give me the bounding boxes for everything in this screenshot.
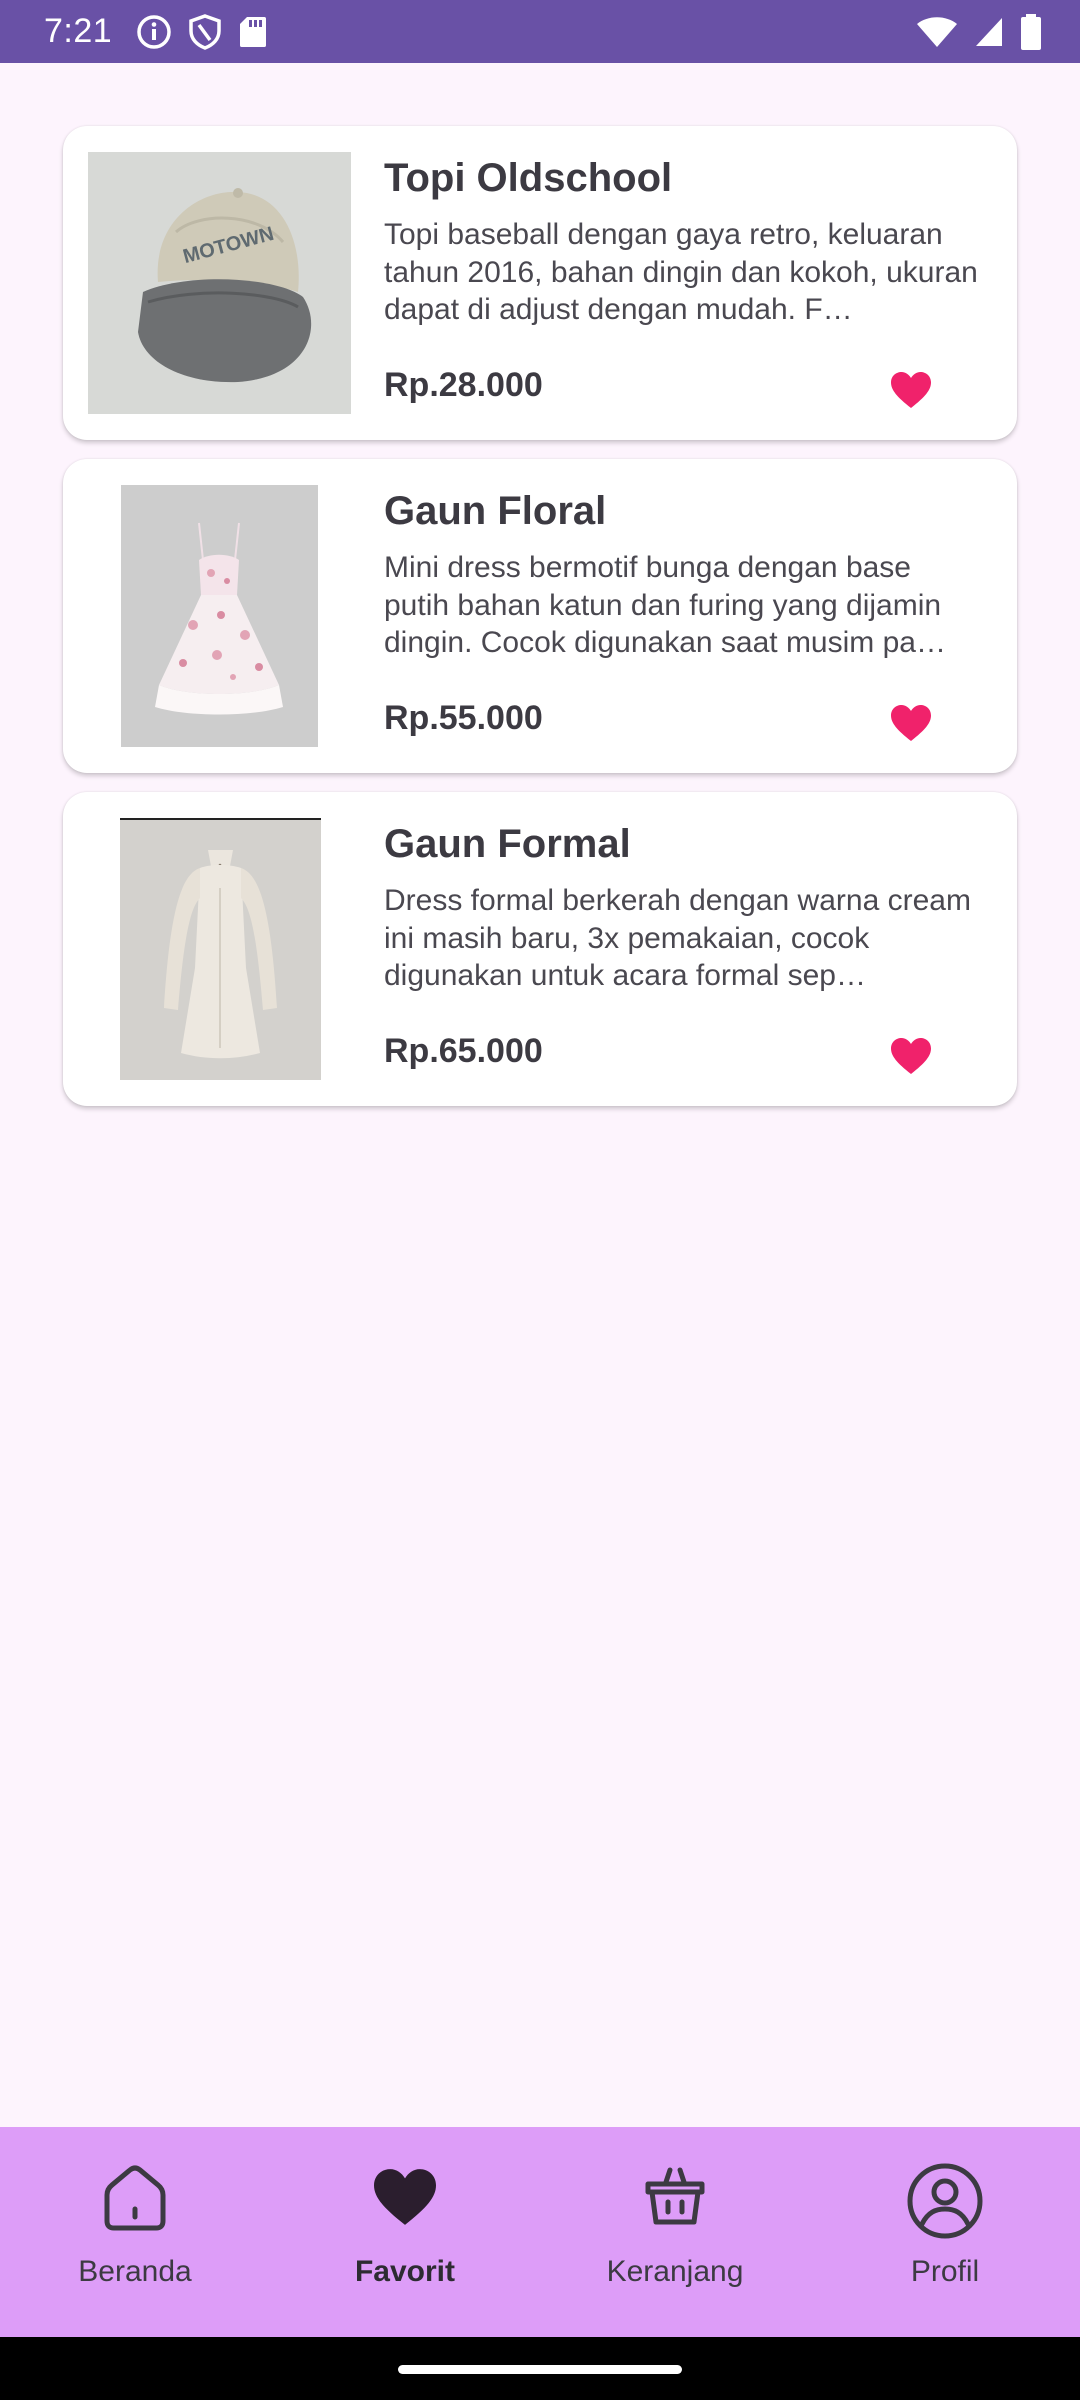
floral-dress-photo [121, 485, 318, 747]
nav-item-keranjang[interactable]: Keranjang [540, 2127, 810, 2337]
nav-label: Beranda [78, 2255, 192, 2288]
status-bar: 7:21 [0, 0, 1080, 63]
product-title: Gaun Floral [384, 489, 607, 533]
info-icon [136, 14, 172, 50]
wifi-icon [916, 16, 958, 48]
basket-icon [642, 2157, 708, 2237]
product-price: Rp.65.000 [384, 1032, 543, 1070]
baseball-cap-photo: MOTOWN [88, 152, 351, 414]
product-price: Rp.55.000 [384, 699, 543, 737]
battery-icon [1020, 13, 1042, 50]
product-description: Mini dress bermotif bunga dengan base pu… [384, 551, 946, 659]
nav-label: Favorit [354, 2255, 456, 2288]
heart-icon [370, 2157, 440, 2237]
sd-card-icon [238, 15, 268, 49]
shield-icon [188, 13, 222, 50]
home-icon [97, 2157, 173, 2237]
signal-icon [974, 16, 1004, 48]
bottom-navigation: Beranda Favorit Keranjang Profil [0, 2127, 1080, 2337]
home-gesture-handle[interactable] [398, 2365, 682, 2374]
product-description: Dress formal berkerah dengan warna cream… [384, 884, 971, 992]
product-title: Topi Oldschool [384, 156, 673, 200]
product-card[interactable]: Gaun Formal Dress formal berkerah dengan… [63, 792, 1017, 1106]
status-right [916, 13, 1042, 50]
favorite-heart-icon[interactable] [889, 703, 933, 743]
system-gesture-bar [0, 2337, 1080, 2400]
product-price: Rp.28.000 [384, 366, 543, 404]
nav-label: Keranjang [606, 2255, 744, 2288]
product-description: Topi baseball dengan gaya retro, keluara… [384, 218, 978, 326]
product-title: Gaun Formal [384, 822, 631, 866]
profile-icon [905, 2161, 985, 2241]
status-time: 7:21 [44, 12, 113, 50]
favorite-heart-icon[interactable] [889, 1036, 933, 1076]
product-card[interactable]: Gaun Floral Mini dress bermotif bunga de… [63, 459, 1017, 773]
favorite-heart-icon[interactable] [889, 370, 933, 410]
formal-dress-photo [120, 818, 321, 1080]
nav-label: Profil [910, 2255, 980, 2288]
favorites-list: MOTOWN Topi Oldschool Topi baseball deng… [63, 126, 1017, 1125]
nav-item-beranda[interactable]: Beranda [0, 2127, 270, 2337]
status-left: 7:21 [44, 12, 268, 51]
product-card[interactable]: MOTOWN Topi Oldschool Topi baseball deng… [63, 126, 1017, 440]
nav-item-profil[interactable]: Profil [810, 2127, 1080, 2337]
nav-item-favorit[interactable]: Favorit [270, 2127, 540, 2337]
